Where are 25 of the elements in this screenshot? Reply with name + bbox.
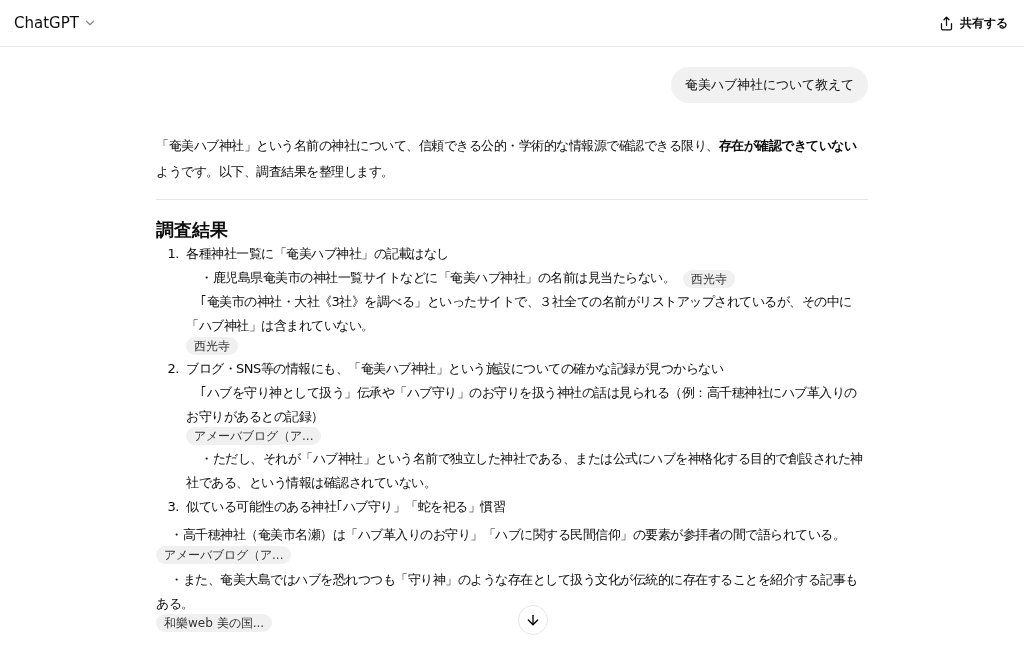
- arrow-down-icon: [525, 612, 541, 628]
- share-button[interactable]: 共有する: [935, 10, 1012, 36]
- list-item-title: 似ている可能性のある神社｢ハブ守り」「蛇を祀る」慣習: [186, 498, 506, 516]
- list-item-title: 各種神社一覧に「奄美ハブ神社」の記載はなし: [186, 245, 450, 263]
- user-message: 奄美ハブ神社について教えて: [671, 67, 868, 103]
- list-item-text: ・ただし、それが「ハブ神社」という名前で独立した神社である、または公式にハブを神格化する目的で創設された神社である、という情報は確認されていない。: [186, 451, 863, 490]
- list-item-text: ｢奄美市の神社・大社《3社》を調べる」といったサイトで、３社全ての名前がリストアップされているが、その中に「ハブ神社」は含まれていない。: [186, 294, 852, 333]
- list-number: 1.: [166, 245, 180, 263]
- answer-paragraph: ・また、奄美大島ではハブを恐れつつも「守り神」のような存在として扱う文化が伝統的に存在することを紹介する記事もある。: [156, 571, 858, 611]
- citation-chip[interactable]: 西光寺: [186, 336, 238, 355]
- section-heading: 調査結果: [156, 218, 229, 242]
- citation-chip[interactable]: アメーバブログ（ア...: [186, 427, 322, 445]
- list-number: 2.: [166, 359, 180, 378]
- answer-paragraph: ・高千穂神社（奄美市名瀬）は「ハブ革入りのお守り」「ハブに関する民間信仰」の要素が参拝者の間で語られている。: [170, 527, 845, 542]
- answer-paragraph: 「奄美ハブ神社」という名前の神社について、信頼できる公的・学術的な情報源で確認できる限り、存在が確認できていないようです。以下、調査結果を整理します。: [156, 137, 858, 181]
- list-item-text: ・鹿児島県奄美市の神社一覧サイトなどに「奄美ハブ神社」の名前は見当たらない。: [200, 270, 675, 285]
- list-item-title: ブログ・SNS等の情報にも、「奄美ハブ神社」という施設についての確かな記録が見つからない: [186, 359, 725, 378]
- list-item-text: ｢ハブを守り神として扱う」伝承や「ハブ守り」のお守りを扱う神社の話は見られる（例：高千穂神社にハブ革入りのお守りがあるとの記録）: [186, 384, 857, 424]
- citation-chip[interactable]: 和樂web 美の国...: [156, 614, 273, 632]
- citation-chip[interactable]: アメーバブログ（ア...: [156, 545, 292, 564]
- model-selector[interactable]: ChatGPT: [14, 14, 97, 32]
- citation-chip[interactable]: 西光寺: [683, 269, 735, 288]
- list-number: 3.: [166, 498, 180, 516]
- share-icon: [939, 15, 954, 31]
- scroll-down-button[interactable]: [518, 605, 548, 635]
